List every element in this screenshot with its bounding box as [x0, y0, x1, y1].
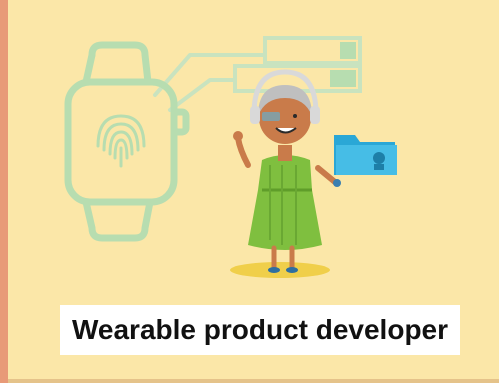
- folder-icon: [334, 135, 397, 175]
- card-title: Wearable product developer: [71, 314, 449, 345]
- progress-fill-2: [330, 70, 356, 87]
- smartwatch-icon: [64, 41, 190, 242]
- caption-box: Wearable product developer: [60, 305, 460, 355]
- bottom-border: [8, 379, 499, 383]
- fingerprint-icon: [96, 114, 146, 168]
- illustration: [64, 36, 397, 278]
- progress-bars: [233, 36, 362, 93]
- progress-fill-1: [340, 42, 356, 59]
- role-card: Wearable product developer: [0, 0, 499, 383]
- developer-avatar: [233, 69, 341, 273]
